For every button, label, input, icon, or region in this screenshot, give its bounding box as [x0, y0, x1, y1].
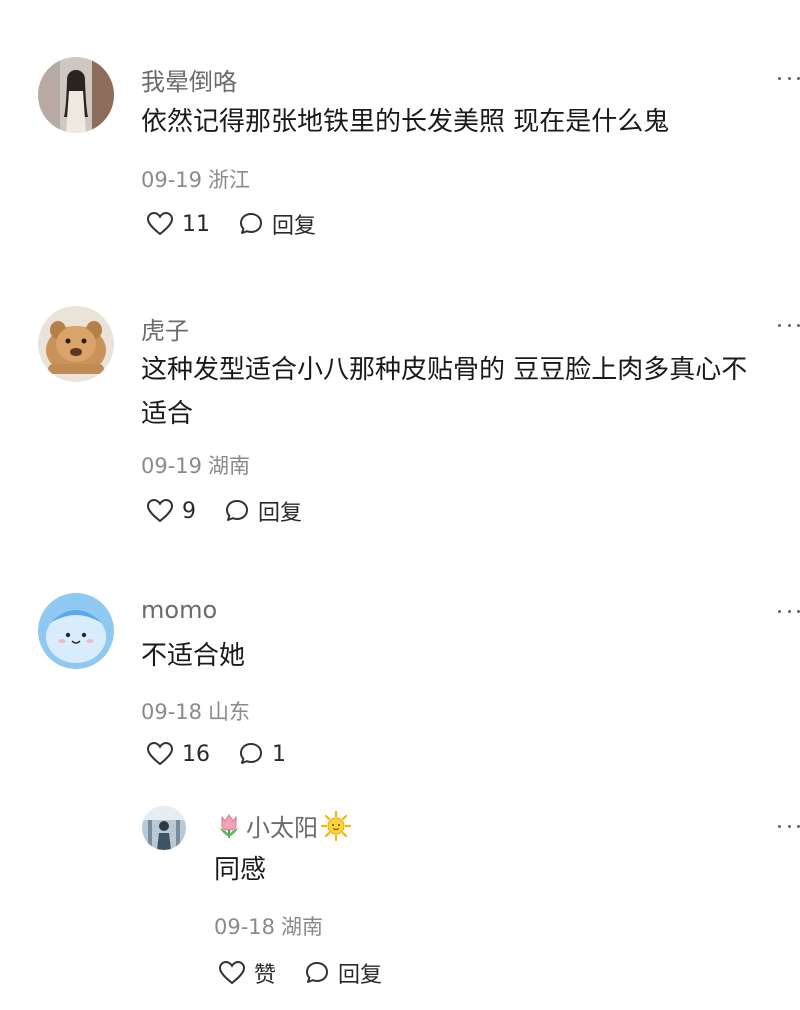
- tulip-icon: [220, 813, 238, 838]
- comment-actions: 9 回复: [146, 495, 302, 527]
- comment-bubble-icon: [240, 743, 262, 764]
- reply-meta: 09-18 湖南: [214, 911, 323, 941]
- comment-actions: 16 1: [146, 741, 286, 767]
- reply-count: 1: [272, 741, 286, 767]
- avatar-lion-cub-icon: [38, 306, 114, 382]
- reply-button[interactable]: 回复: [224, 495, 302, 527]
- comment-location: 浙江: [208, 168, 251, 192]
- username[interactable]: 小太阳: [214, 808, 352, 843]
- comment-bubble-icon: [240, 213, 262, 234]
- heart-icon: [146, 741, 174, 766]
- comment-text: 这种发型适合小八那种皮贴骨的 豆豆脸上肉多真心不 适合: [141, 348, 747, 436]
- avatar-blue-cartoon-icon: [38, 593, 114, 669]
- more-options-icon[interactable]: [778, 320, 800, 330]
- username[interactable]: 虎子: [141, 311, 189, 346]
- reply-date: 09-18: [214, 915, 276, 939]
- avatar[interactable]: [38, 593, 114, 669]
- comment-meta: 09-18 山东: [141, 696, 250, 726]
- avatar-photo-woman-icon: [38, 57, 114, 133]
- more-options-icon[interactable]: [778, 73, 800, 83]
- more-options-icon[interactable]: [778, 606, 800, 616]
- comment-actions: 11 回复: [146, 208, 316, 240]
- heart-icon: [218, 960, 246, 985]
- comment-text: 依然记得那张地铁里的长发美照 现在是什么鬼: [141, 107, 670, 137]
- avatar[interactable]: [38, 57, 114, 133]
- comment-bubble-icon: [226, 500, 248, 521]
- comment-text-line: 适合: [141, 399, 194, 429]
- reply-location: 湖南: [281, 915, 324, 939]
- comment-location: 湖南: [208, 454, 251, 478]
- username[interactable]: 我晕倒咯: [141, 62, 237, 97]
- reply-button[interactable]: 回复: [304, 957, 382, 989]
- like-button[interactable]: 11: [146, 211, 210, 237]
- like-count: 16: [182, 741, 210, 767]
- like-count: 9: [182, 498, 196, 524]
- sun-icon: [320, 810, 352, 841]
- comment-meta: 09-19 湖南: [141, 450, 250, 480]
- avatar[interactable]: [142, 806, 186, 850]
- comment-date: 09-19: [141, 454, 203, 478]
- reply-text: 同感: [214, 855, 267, 885]
- heart-icon: [146, 498, 174, 523]
- comment-meta: 09-19 浙江: [141, 164, 250, 194]
- like-count: 11: [182, 211, 210, 237]
- heart-icon: [146, 211, 174, 236]
- comment-bubble-icon: [306, 962, 329, 983]
- reply-label: 回复: [258, 501, 303, 526]
- reply-label: 回复: [338, 963, 383, 988]
- username-text: 小太阳: [246, 814, 318, 842]
- comment-location: 山东: [208, 700, 251, 724]
- like-button[interactable]: 赞: [218, 957, 276, 989]
- like-button[interactable]: 16: [146, 741, 210, 767]
- comment-text: 不适合她: [141, 641, 246, 671]
- avatar-photo-icon: [142, 806, 186, 850]
- reply-label: 回复: [272, 214, 317, 239]
- reply-actions: 赞 回复: [218, 957, 382, 989]
- comment-date: 09-19: [141, 168, 203, 192]
- comment-date: 09-18: [141, 700, 203, 724]
- comment-text-line: 这种发型适合小八那种皮贴骨的 豆豆脸上肉多真心不: [141, 355, 748, 385]
- reply-button[interactable]: 1: [238, 741, 286, 767]
- like-button[interactable]: 9: [146, 498, 196, 524]
- avatar[interactable]: [38, 306, 114, 382]
- like-label: 赞: [254, 963, 277, 988]
- more-options-icon[interactable]: [778, 821, 800, 831]
- reply-button[interactable]: 回复: [238, 208, 316, 240]
- username[interactable]: momo: [141, 596, 217, 624]
